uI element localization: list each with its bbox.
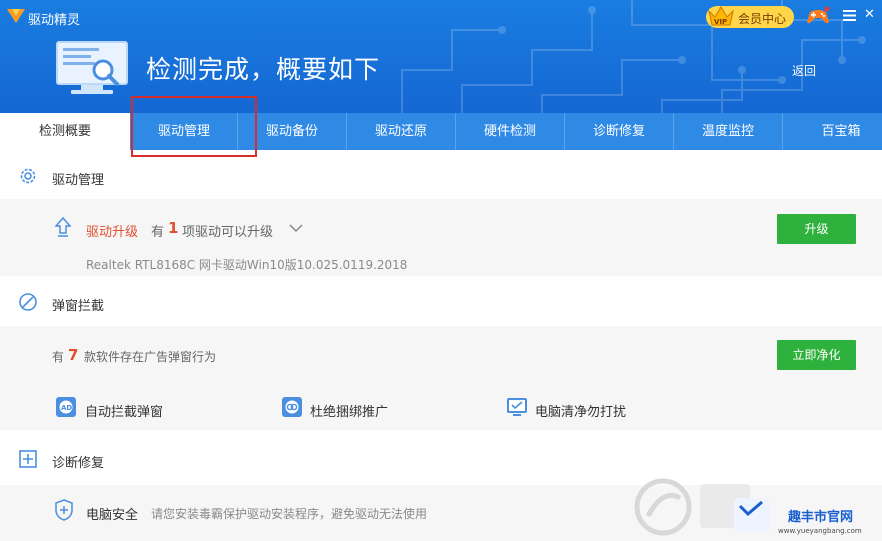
- tab-hardware-check[interactable]: 硬件检测: [456, 113, 564, 150]
- clean-now-button[interactable]: 立即净化: [777, 340, 856, 370]
- tab-overview[interactable]: 检测概要: [0, 113, 130, 150]
- popup-count: 7: [68, 346, 79, 364]
- watermark-text: 趣丰市官网: [788, 510, 854, 525]
- app-logo-icon: [7, 9, 25, 23]
- upgrade-prefix: 有: [151, 225, 165, 240]
- feature-auto-block: 自动拦截弹窗: [85, 405, 164, 420]
- feature-no-bundle: 杜绝捆绑推广: [310, 405, 389, 420]
- app-header: 驱动精灵 VIP 会员中心 ✕ 检测完成，概要如下 返回: [0, 0, 882, 113]
- diagnose-icon: [19, 450, 37, 468]
- computer-safety-desc: 请您安装毒霸保护驱动安装程序，避免驱动无法使用: [151, 507, 428, 521]
- back-link[interactable]: 返回: [792, 62, 816, 79]
- gamepad-icon[interactable]: [806, 6, 830, 26]
- monitor-scan-icon: [56, 41, 128, 94]
- close-icon[interactable]: ✕: [864, 8, 876, 22]
- driver-name: Realtek RTL8168C 网卡驱动Win10版10.025.0119.2…: [86, 258, 408, 272]
- tab-driver-backup[interactable]: 驱动备份: [238, 113, 346, 150]
- upgrade-suffix: 项驱动可以升级: [182, 225, 274, 240]
- computer-safety-label: 电脑安全: [86, 508, 139, 523]
- tab-diagnose-repair[interactable]: 诊断修复: [565, 113, 673, 150]
- popup-suffix: 款软件存在广告弹窗行为: [84, 350, 217, 364]
- ad-block-icon: AD: [56, 397, 76, 417]
- driver-upgrade-label: 驱动升级: [86, 225, 139, 240]
- feature-no-disturb: 电脑清净勿打扰: [535, 405, 627, 420]
- svg-text:VIP: VIP: [714, 18, 727, 26]
- quiet-monitor-icon: [507, 398, 527, 416]
- tab-driver-management[interactable]: 驱动管理: [131, 113, 237, 150]
- hero-title: 检测完成，概要如下: [146, 55, 381, 84]
- svg-text:AD: AD: [61, 404, 72, 412]
- menu-icon[interactable]: [843, 9, 856, 22]
- vip-center-label: 会员中心: [738, 12, 787, 26]
- section-title-popup: 弹窗拦截: [52, 299, 105, 314]
- shield-icon: [55, 499, 73, 521]
- gear-icon: [20, 168, 36, 184]
- upgrade-button[interactable]: 升级: [777, 214, 856, 244]
- tab-driver-restore[interactable]: 驱动还原: [347, 113, 455, 150]
- tab-toolbox[interactable]: 百宝箱: [800, 113, 882, 150]
- circuit-pattern: [401, 0, 866, 113]
- watermark-url: www.yueyangbang.com: [778, 527, 862, 535]
- tab-divider: [782, 113, 783, 150]
- popup-prefix: 有: [52, 350, 65, 364]
- section-title-driver: 驱动管理: [52, 173, 105, 188]
- tab-temperature-monitor[interactable]: 温度监控: [674, 113, 782, 150]
- tab-bar: 检测概要 驱动管理 驱动备份 驱动还原 硬件检测 诊断修复 温度监控 百宝箱: [0, 113, 882, 150]
- vip-crown-icon: VIP: [708, 6, 734, 26]
- chevron-down-icon[interactable]: [289, 222, 303, 234]
- app-title: 驱动精灵: [28, 13, 81, 28]
- bundle-block-icon: [282, 397, 302, 417]
- upgrade-count: 1: [168, 219, 179, 237]
- section-title-diagnose: 诊断修复: [52, 456, 105, 471]
- upload-arrow-icon: [55, 217, 71, 237]
- block-icon: [19, 293, 37, 311]
